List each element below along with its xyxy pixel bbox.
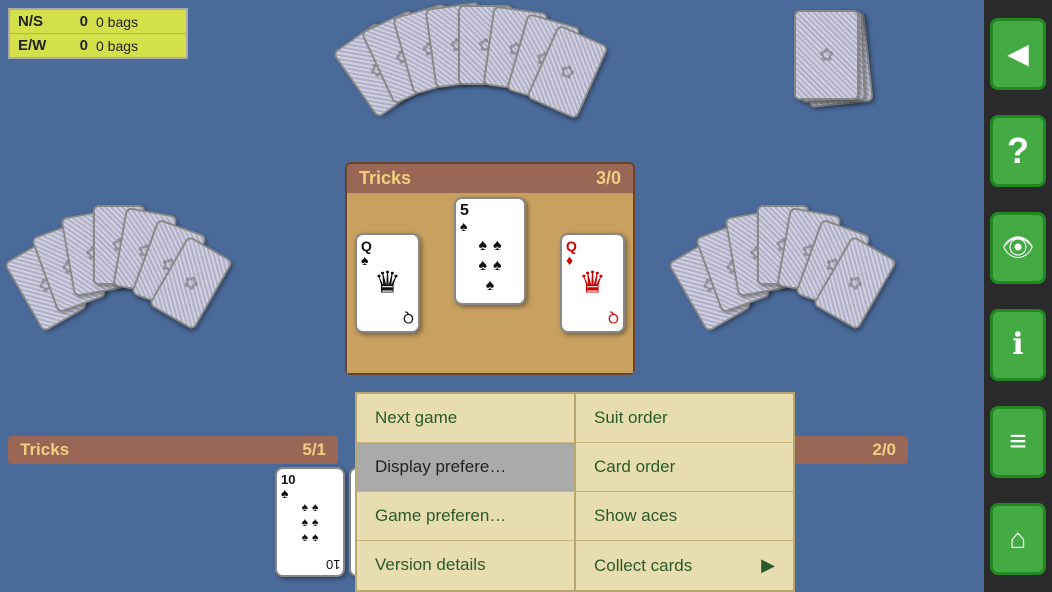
menu-left-column: Next game Display prefere… Game preferen… <box>357 394 574 590</box>
menu-game-preferences[interactable]: Game preferen… <box>357 492 574 541</box>
south-card-1[interactable]: 10 ♠ ♠♠ ♠♠ ♠♠ 10 <box>275 467 345 577</box>
card-suit: ♠ <box>460 219 520 233</box>
scoreboard: N/S 0 0 bags E/W 0 0 bags <box>8 8 188 59</box>
tricks-left-score: 5/1 <box>302 440 326 460</box>
home-button[interactable]: ⌂ <box>990 503 1046 575</box>
menu-show-aces[interactable]: Show aces <box>576 492 793 541</box>
score-row-ew: E/W 0 0 bags <box>10 34 186 57</box>
back-icon: ◀ <box>1007 37 1029 70</box>
menu-button[interactable]: ≡ <box>990 406 1046 478</box>
eye-icon: 👁 <box>1001 232 1034 263</box>
ns-bags: 0 bags <box>96 14 138 30</box>
help-button[interactable]: ? <box>990 115 1046 187</box>
east-cards <box>679 195 889 335</box>
tricks-score: 3/0 <box>596 168 621 189</box>
context-menu: Next game Display prefere… Game preferen… <box>355 392 795 592</box>
card-suit: ♠ <box>281 486 339 500</box>
back-button[interactable]: ◀ <box>990 18 1046 90</box>
table-area: N/S 0 0 bags E/W 0 0 bags <box>0 0 984 592</box>
ew-score: 0 <box>58 37 88 54</box>
west-cards <box>15 195 225 335</box>
card-rank: Q <box>566 239 619 253</box>
east-top-cards <box>794 10 884 120</box>
help-icon: ? <box>1007 130 1029 172</box>
bottom-tricks-left: Tricks 5/1 <box>8 436 338 464</box>
ew-bags: 0 bags <box>96 38 138 54</box>
menu-version-details[interactable]: Version details <box>357 541 574 589</box>
info-icon: ℹ <box>1012 327 1023 362</box>
tricks-header: Tricks 3/0 <box>347 164 633 193</box>
card-rank: Q <box>361 239 414 253</box>
west-fan <box>15 195 225 335</box>
ew-label: E/W <box>18 37 58 54</box>
tricks-label: Tricks <box>359 168 411 189</box>
menu-next-game[interactable]: Next game <box>357 394 574 443</box>
arrow-right-icon: ▶ <box>761 555 775 576</box>
ns-score: 0 <box>58 13 88 30</box>
center-table: 5 ♠ ♠♠ ♠♠ ♠ Q ♠ ♛ Q Q ♦ ♛ Q <box>347 193 633 373</box>
card-rank: 5 <box>460 203 520 219</box>
right-buttons-panel: ◀ ? 👁 ℹ ≡ ⌂ <box>984 0 1052 592</box>
menu-card-order[interactable]: Card order <box>576 443 793 492</box>
eye-button[interactable]: 👁 <box>990 212 1046 284</box>
menu-right-column: Suit order Card order Show aces Collect … <box>576 394 793 590</box>
center-tricks-area: Tricks 3/0 5 ♠ ♠♠ ♠♠ ♠ Q ♠ ♛ Q <box>345 162 635 375</box>
home-icon: ⌂ <box>1010 523 1027 555</box>
card-rank: 10 <box>281 473 339 486</box>
ns-label: N/S <box>18 13 58 30</box>
east-fan <box>679 195 889 335</box>
north-cards <box>340 5 620 125</box>
menu-collect-cards[interactable]: Collect cards ▶ <box>576 541 793 590</box>
menu-display-preferences[interactable]: Display prefere… <box>357 443 574 492</box>
menu-suit-order[interactable]: Suit order <box>576 394 793 443</box>
info-button[interactable]: ℹ <box>990 309 1046 381</box>
collect-cards-label: Collect cards <box>594 556 692 576</box>
tricks-left-label: Tricks <box>20 440 69 460</box>
card-back <box>794 10 859 100</box>
tricks-right-score: 2/0 <box>872 440 896 460</box>
east-played-card[interactable]: Q ♦ ♛ Q <box>560 233 625 333</box>
north-played-card[interactable]: 5 ♠ ♠♠ ♠♠ ♠ <box>454 197 526 305</box>
north-fan <box>340 5 620 125</box>
west-played-card[interactable]: Q ♠ ♛ Q <box>355 233 420 333</box>
score-row-ns: N/S 0 0 bags <box>10 10 186 34</box>
hamburger-icon: ≡ <box>1009 425 1027 459</box>
